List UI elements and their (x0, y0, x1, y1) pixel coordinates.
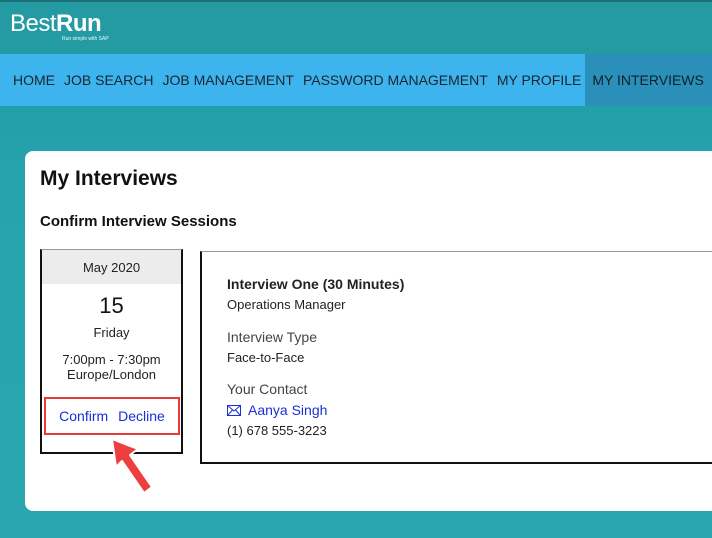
logo-wordmark: BestRun (10, 10, 102, 38)
contact-row[interactable]: Aanya Singh (227, 402, 327, 418)
bestrun-logo[interactable]: BestRun Run simple with SAP (10, 8, 120, 48)
arrow-icon (111, 438, 153, 494)
session-actions-highlight: Confirm Decline (44, 397, 180, 435)
session-timezone: Europe/London (67, 367, 156, 382)
session-date-box: May 2020 15 Friday 7:00pm - 7:30pm Europ… (40, 249, 183, 454)
contact-phone: (1) 678 555-3223 (227, 423, 327, 438)
session-weekday: Friday (93, 325, 130, 340)
page-title: My Interviews (40, 167, 178, 190)
interview-title: Interview One (30 Minutes) (227, 276, 405, 292)
logo-tagline: Run simple with SAP (62, 36, 109, 42)
session-time-block: 7:00pm - 7:30pm Europe/London (42, 352, 181, 382)
nav-item-job-search[interactable]: JOB SEARCH (59, 54, 157, 106)
nav-item-my-interviews[interactable]: MY INTERVIEWS (585, 54, 712, 106)
interview-type-label: Interview Type (227, 329, 318, 345)
session-month: May 2020 (42, 250, 181, 284)
confirm-link[interactable]: Confirm (59, 408, 108, 424)
session-day: 15 (99, 293, 124, 318)
logo-run-text: Run (56, 10, 102, 37)
app-header: BestRun Run simple with SAP (0, 0, 712, 54)
interview-position: Operations Manager (227, 297, 346, 312)
interview-detail-box: Interview One (30 Minutes) Operations Ma… (200, 251, 712, 464)
mail-icon (227, 404, 241, 416)
nav-item-password-management[interactable]: PASSWORD MANAGEMENT (298, 54, 492, 106)
session-time: 7:00pm - 7:30pm (62, 352, 161, 367)
section-title: Confirm Interview Sessions (40, 213, 237, 230)
decline-link[interactable]: Decline (118, 408, 165, 424)
contact-label: Your Contact (227, 381, 308, 397)
interview-type-value: Face-to-Face (227, 350, 305, 365)
main-nav: HOME JOB SEARCH JOB MANAGEMENT PASSWORD … (0, 54, 712, 106)
logo-best-text: Best (10, 10, 57, 37)
nav-item-my-profile[interactable]: MY PROFILE (492, 54, 586, 106)
nav-item-job-management[interactable]: JOB MANAGEMENT (157, 54, 297, 106)
contact-name-link[interactable]: Aanya Singh (248, 402, 327, 418)
nav-item-home[interactable]: HOME (0, 54, 59, 106)
